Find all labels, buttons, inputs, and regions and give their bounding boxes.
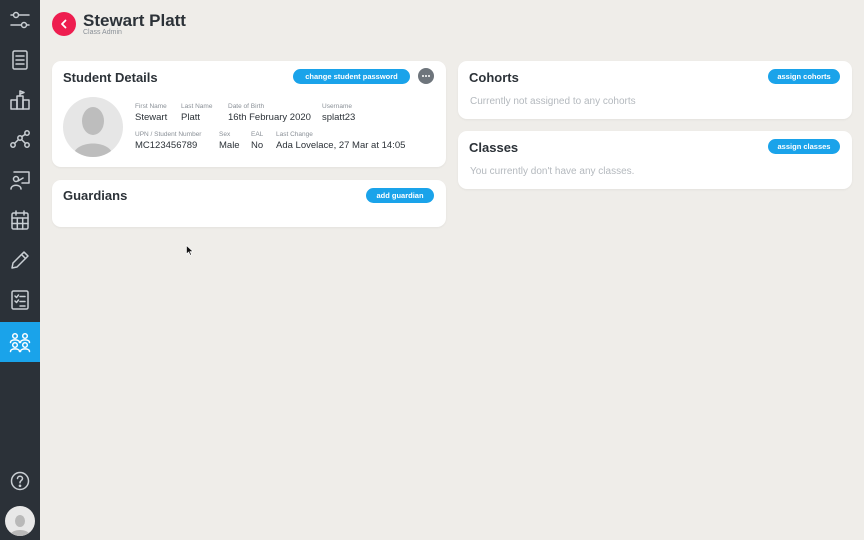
upn-label: UPN / Student Number [135, 131, 202, 138]
guardians-card: Guardians add guardian [52, 180, 446, 227]
cohorts-title: Cohorts [469, 70, 519, 85]
first-name-label: First Name [135, 103, 167, 110]
more-options-button[interactable] [418, 68, 434, 84]
last-name-value: Platt [181, 112, 201, 123]
nav-item-presentation[interactable] [0, 160, 40, 200]
last-name-label: Last Name [181, 103, 213, 110]
cursor-arrow-icon [186, 244, 194, 256]
checklist-icon [11, 290, 29, 310]
user-avatar[interactable] [5, 506, 35, 536]
cohorts-empty-text: Currently not assigned to any cohorts [470, 96, 636, 107]
first-name-value: Stewart [135, 112, 168, 123]
assign-classes-button[interactable]: assign classes [768, 139, 840, 154]
classes-empty-text: You currently don't have any classes. [470, 166, 635, 177]
person-silhouette-icon [73, 107, 113, 157]
eal-value: No [251, 140, 264, 151]
nav-item-edit[interactable] [0, 240, 40, 280]
nav-item-school[interactable] [0, 80, 40, 120]
people-group-icon [9, 332, 31, 353]
username-label: Username [322, 103, 352, 110]
student-photo [63, 97, 123, 157]
change-student-password-button[interactable]: change student password [293, 69, 410, 84]
mouse-cursor [186, 243, 194, 261]
cohorts-card: Cohorts assign cohorts Currently not ass… [458, 61, 852, 119]
calendar-icon [11, 210, 29, 230]
classes-title: Classes [469, 140, 519, 155]
back-button[interactable] [52, 12, 76, 36]
classes-card: Classes assign classes You currently don… [458, 131, 852, 189]
last-change-label: Last Change [276, 131, 313, 138]
page-title: Stewart Platt [83, 11, 186, 30]
guardians-title: Guardians [63, 188, 128, 203]
list-document-icon [12, 50, 28, 70]
user-silhouette-icon [10, 515, 30, 536]
dob-value: 16th February 2020 [228, 112, 311, 123]
nav-item-calendar[interactable] [0, 200, 40, 240]
eal-label: EAL [251, 131, 264, 138]
school-building-icon [10, 90, 30, 110]
nav-item-help[interactable] [0, 461, 40, 501]
sex-value: Male [219, 140, 240, 151]
dob-label: Date of Birth [228, 103, 265, 110]
network-graph-icon [10, 130, 30, 148]
chevron-left-icon [61, 19, 67, 29]
nav-item-documents[interactable] [0, 40, 40, 80]
sex-label: Sex [219, 131, 231, 138]
help-icon [10, 471, 30, 491]
last-change-value: Ada Lovelace, 27 Mar at 14:05 [276, 140, 406, 151]
settings-sliders-icon [10, 11, 30, 29]
upn-value: MC123456789 [135, 140, 198, 151]
username-value: splatt23 [322, 112, 356, 123]
student-details-title: Student Details [63, 70, 158, 85]
presentation-icon [10, 171, 30, 190]
nav-item-network[interactable] [0, 120, 40, 160]
assign-cohorts-button[interactable]: assign cohorts [768, 69, 840, 84]
nav-item-students[interactable] [0, 322, 40, 362]
ellipsis-icon [422, 75, 430, 77]
sidebar [0, 0, 40, 540]
add-guardian-button[interactable]: add guardian [366, 188, 434, 203]
pencil-icon [11, 251, 29, 269]
nav-item-settings[interactable] [0, 0, 40, 40]
student-details-card: Student Details change student password … [52, 61, 446, 167]
page-subtitle: Class Admin [83, 29, 122, 36]
nav-item-checklist[interactable] [0, 280, 40, 320]
